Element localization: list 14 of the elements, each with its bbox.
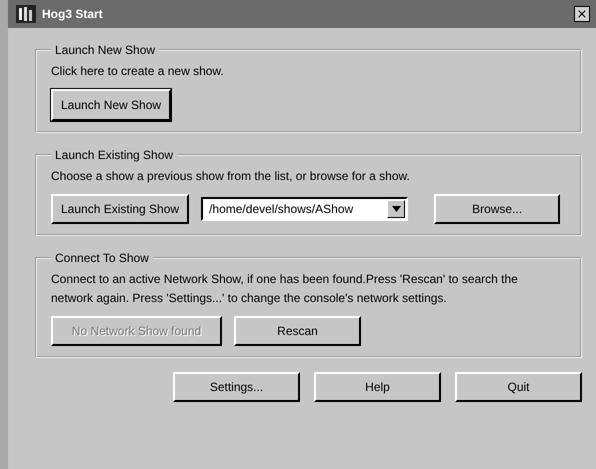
show-dropdown[interactable]: /home/devel/shows/AShow <box>201 197 408 221</box>
app-logo-icon <box>16 5 36 23</box>
push-button[interactable]: Launch New Show <box>51 89 172 121</box>
dialog-button[interactable]: Settings... <box>173 372 300 402</box>
push-button[interactable]: Browse... <box>434 194 560 224</box>
push-button[interactable]: Rescan <box>234 316 361 346</box>
window-title: Hog3 Start <box>42 7 104 21</box>
description-text: Click here to create a new show. <box>51 63 225 80</box>
description-text: Connect to an active Network Show, if one has been found.Press 'Rescan' to search the network again. Press 'Settings...' to change the console's network settings. <box>51 271 519 307</box>
description-text: Choose a show a previous show from the list, or browse for a show. <box>51 168 411 185</box>
close-button[interactable]: × <box>574 6 590 22</box>
push-button[interactable]: Launch Existing Show <box>51 194 190 224</box>
dialog-button[interactable]: Quit <box>455 372 582 402</box>
dialog-button[interactable]: Help <box>314 372 441 402</box>
